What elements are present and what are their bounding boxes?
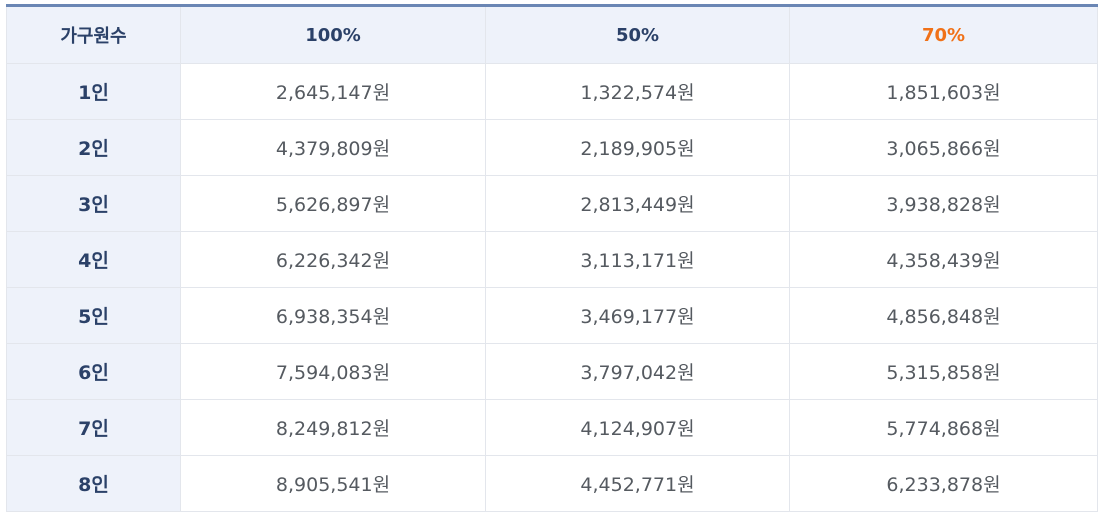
- cell-100-percent: 5,626,897원: [180, 175, 486, 232]
- cell-70-percent: 1,851,603원: [789, 63, 1098, 120]
- cell-70-percent: 4,358,439원: [789, 231, 1098, 288]
- table-header: 가구원수 100% 50% 70%: [6, 5, 1098, 64]
- cell-50-percent: 2,189,905원: [485, 119, 790, 176]
- table-row: 8인 8,905,541원 4,452,771원 6,233,878원: [6, 455, 1098, 512]
- row-household-size: 1인: [6, 63, 181, 120]
- cell-70-percent: 5,774,868원: [789, 399, 1098, 456]
- cell-70-percent: 5,315,858원: [789, 343, 1098, 400]
- income-table-container: 가구원수 100% 50% 70% 1인 2,645,147원 1,322,57…: [6, 4, 1098, 512]
- cell-100-percent: 2,645,147원: [180, 63, 486, 120]
- row-household-size: 3인: [6, 175, 181, 232]
- cell-50-percent: 3,113,171원: [485, 231, 790, 288]
- row-household-size: 4인: [6, 231, 181, 288]
- cell-100-percent: 4,379,809원: [180, 119, 486, 176]
- cell-100-percent: 6,938,354원: [180, 287, 486, 344]
- row-household-size: 7인: [6, 399, 181, 456]
- cell-70-percent: 6,233,878원: [789, 455, 1098, 512]
- cell-100-percent: 6,226,342원: [180, 231, 486, 288]
- cell-70-percent: 4,856,848원: [789, 287, 1098, 344]
- table-body: 1인 2,645,147원 1,322,574원 1,851,603원 2인 4…: [6, 63, 1098, 512]
- cell-100-percent: 7,594,083원: [180, 343, 486, 400]
- table-row: 5인 6,938,354원 3,469,177원 4,856,848원: [6, 287, 1098, 344]
- cell-50-percent: 2,813,449원: [485, 175, 790, 232]
- header-100-percent: 100%: [180, 5, 486, 64]
- cell-70-percent: 3,938,828원: [789, 175, 1098, 232]
- row-household-size: 5인: [6, 287, 181, 344]
- cell-50-percent: 3,469,177원: [485, 287, 790, 344]
- cell-50-percent: 1,322,574원: [485, 63, 790, 120]
- cell-100-percent: 8,249,812원: [180, 399, 486, 456]
- cell-70-percent: 3,065,866원: [789, 119, 1098, 176]
- cell-100-percent: 8,905,541원: [180, 455, 486, 512]
- row-household-size: 2인: [6, 119, 181, 176]
- header-70-percent: 70%: [789, 5, 1098, 64]
- cell-50-percent: 3,797,042원: [485, 343, 790, 400]
- table-row: 3인 5,626,897원 2,813,449원 3,938,828원: [6, 175, 1098, 232]
- header-row: 가구원수 100% 50% 70%: [6, 5, 1098, 64]
- header-50-percent: 50%: [485, 5, 790, 64]
- table-row: 7인 8,249,812원 4,124,907원 5,774,868원: [6, 399, 1098, 456]
- table-row: 1인 2,645,147원 1,322,574원 1,851,603원: [6, 63, 1098, 120]
- income-table: 가구원수 100% 50% 70% 1인 2,645,147원 1,322,57…: [6, 4, 1098, 512]
- table-row: 2인 4,379,809원 2,189,905원 3,065,866원: [6, 119, 1098, 176]
- table-row: 4인 6,226,342원 3,113,171원 4,358,439원: [6, 231, 1098, 288]
- table-row: 6인 7,594,083원 3,797,042원 5,315,858원: [6, 343, 1098, 400]
- row-household-size: 8인: [6, 455, 181, 512]
- cell-50-percent: 4,452,771원: [485, 455, 790, 512]
- row-household-size: 6인: [6, 343, 181, 400]
- cell-50-percent: 4,124,907원: [485, 399, 790, 456]
- header-household-size: 가구원수: [6, 5, 181, 64]
